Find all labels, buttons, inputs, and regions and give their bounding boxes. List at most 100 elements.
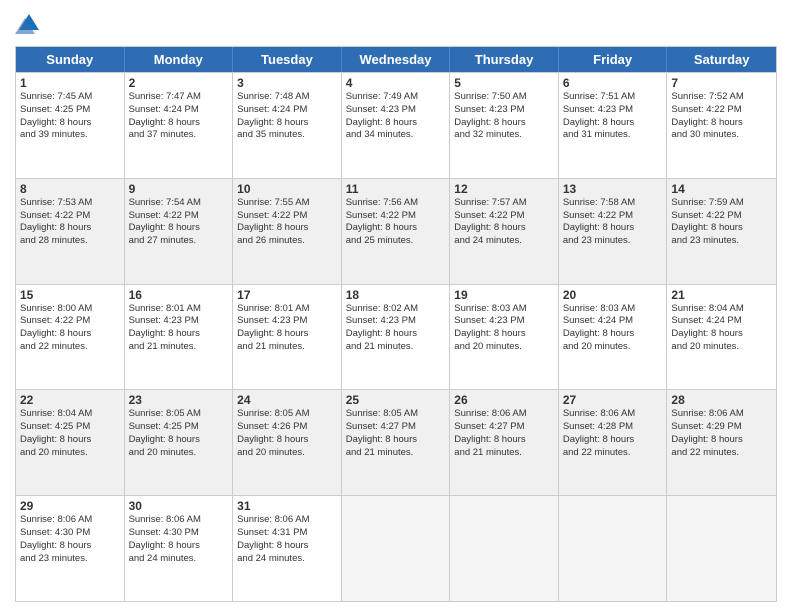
cell-text: Sunrise: 7:59 AM <box>671 197 772 210</box>
calendar-row-0: 1Sunrise: 7:45 AMSunset: 4:25 PMDaylight… <box>16 72 776 178</box>
cell-text: and 22 minutes. <box>20 341 120 354</box>
day-number: 21 <box>671 288 772 302</box>
cell-text: and 21 minutes. <box>346 447 446 460</box>
cell-text: Sunrise: 7:47 AM <box>129 91 229 104</box>
logo-icon <box>15 10 43 38</box>
day-number: 16 <box>129 288 229 302</box>
cell-text: Sunset: 4:22 PM <box>20 315 120 328</box>
calendar-cell-3-1: 23Sunrise: 8:05 AMSunset: 4:25 PMDayligh… <box>125 390 234 495</box>
calendar-cell-3-2: 24Sunrise: 8:05 AMSunset: 4:26 PMDayligh… <box>233 390 342 495</box>
day-number: 23 <box>129 393 229 407</box>
day-number: 2 <box>129 76 229 90</box>
cell-text: Sunset: 4:24 PM <box>237 104 337 117</box>
cell-text: Sunrise: 7:54 AM <box>129 197 229 210</box>
day-number: 27 <box>563 393 663 407</box>
cell-text: Sunrise: 7:48 AM <box>237 91 337 104</box>
cell-text: Sunset: 4:30 PM <box>20 527 120 540</box>
cell-text: Sunrise: 8:01 AM <box>129 303 229 316</box>
calendar-cell-4-0: 29Sunrise: 8:06 AMSunset: 4:30 PMDayligh… <box>16 496 125 601</box>
calendar-cell-4-2: 31Sunrise: 8:06 AMSunset: 4:31 PMDayligh… <box>233 496 342 601</box>
cell-text: Sunrise: 8:01 AM <box>237 303 337 316</box>
cell-text: Sunrise: 8:05 AM <box>237 408 337 421</box>
cell-text: and 30 minutes. <box>671 129 772 142</box>
cell-text: Daylight: 8 hours <box>346 434 446 447</box>
calendar-cell-4-4 <box>450 496 559 601</box>
cell-text: Daylight: 8 hours <box>129 328 229 341</box>
cell-text: Sunset: 4:25 PM <box>129 421 229 434</box>
day-number: 30 <box>129 499 229 513</box>
calendar-cell-1-2: 10Sunrise: 7:55 AMSunset: 4:22 PMDayligh… <box>233 179 342 284</box>
day-header-friday: Friday <box>559 47 668 72</box>
cell-text: Sunrise: 8:03 AM <box>563 303 663 316</box>
day-number: 6 <box>563 76 663 90</box>
cell-text: Sunrise: 8:05 AM <box>129 408 229 421</box>
cell-text: Sunset: 4:24 PM <box>563 315 663 328</box>
cell-text: and 20 minutes. <box>237 447 337 460</box>
cell-text: Sunset: 4:30 PM <box>129 527 229 540</box>
cell-text: Daylight: 8 hours <box>237 222 337 235</box>
cell-text: Sunrise: 8:06 AM <box>237 514 337 527</box>
day-header-monday: Monday <box>125 47 234 72</box>
cell-text: and 20 minutes. <box>671 341 772 354</box>
cell-text: and 20 minutes. <box>454 341 554 354</box>
cell-text: Sunrise: 7:49 AM <box>346 91 446 104</box>
cell-text: Sunrise: 8:04 AM <box>671 303 772 316</box>
cell-text: Sunrise: 7:58 AM <box>563 197 663 210</box>
day-number: 15 <box>20 288 120 302</box>
cell-text: and 25 minutes. <box>346 235 446 248</box>
cell-text: Daylight: 8 hours <box>20 540 120 553</box>
page: SundayMondayTuesdayWednesdayThursdayFrid… <box>0 0 792 612</box>
cell-text: Daylight: 8 hours <box>671 117 772 130</box>
cell-text: Sunset: 4:26 PM <box>237 421 337 434</box>
day-number: 9 <box>129 182 229 196</box>
cell-text: Daylight: 8 hours <box>129 222 229 235</box>
cell-text: and 24 minutes. <box>454 235 554 248</box>
cell-text: Sunrise: 8:03 AM <box>454 303 554 316</box>
day-number: 19 <box>454 288 554 302</box>
cell-text: Sunset: 4:23 PM <box>454 104 554 117</box>
cell-text: Daylight: 8 hours <box>20 328 120 341</box>
cell-text: Sunrise: 8:02 AM <box>346 303 446 316</box>
cell-text: and 35 minutes. <box>237 129 337 142</box>
day-number: 4 <box>346 76 446 90</box>
cell-text: Sunrise: 8:00 AM <box>20 303 120 316</box>
cell-text: Daylight: 8 hours <box>671 328 772 341</box>
calendar-cell-1-6: 14Sunrise: 7:59 AMSunset: 4:22 PMDayligh… <box>667 179 776 284</box>
calendar-row-3: 22Sunrise: 8:04 AMSunset: 4:25 PMDayligh… <box>16 389 776 495</box>
day-header-tuesday: Tuesday <box>233 47 342 72</box>
cell-text: and 23 minutes. <box>563 235 663 248</box>
day-number: 14 <box>671 182 772 196</box>
day-number: 20 <box>563 288 663 302</box>
calendar-cell-0-5: 6Sunrise: 7:51 AMSunset: 4:23 PMDaylight… <box>559 73 668 178</box>
day-header-thursday: Thursday <box>450 47 559 72</box>
cell-text: and 22 minutes. <box>671 447 772 460</box>
cell-text: Sunset: 4:23 PM <box>237 315 337 328</box>
calendar-cell-1-5: 13Sunrise: 7:58 AMSunset: 4:22 PMDayligh… <box>559 179 668 284</box>
calendar-cell-3-3: 25Sunrise: 8:05 AMSunset: 4:27 PMDayligh… <box>342 390 451 495</box>
cell-text: Daylight: 8 hours <box>237 328 337 341</box>
cell-text: Daylight: 8 hours <box>237 540 337 553</box>
calendar-cell-4-5 <box>559 496 668 601</box>
day-number: 1 <box>20 76 120 90</box>
cell-text: and 24 minutes. <box>237 553 337 566</box>
cell-text: and 21 minutes. <box>237 341 337 354</box>
day-number: 13 <box>563 182 663 196</box>
day-number: 28 <box>671 393 772 407</box>
cell-text: and 23 minutes. <box>671 235 772 248</box>
day-number: 18 <box>346 288 446 302</box>
calendar-cell-0-4: 5Sunrise: 7:50 AMSunset: 4:23 PMDaylight… <box>450 73 559 178</box>
cell-text: Sunrise: 8:06 AM <box>563 408 663 421</box>
cell-text: Sunrise: 7:45 AM <box>20 91 120 104</box>
cell-text: Daylight: 8 hours <box>563 434 663 447</box>
cell-text: Daylight: 8 hours <box>454 222 554 235</box>
cell-text: and 20 minutes. <box>563 341 663 354</box>
cell-text: Sunset: 4:22 PM <box>129 210 229 223</box>
calendar-cell-1-3: 11Sunrise: 7:56 AMSunset: 4:22 PMDayligh… <box>342 179 451 284</box>
calendar-cell-4-3 <box>342 496 451 601</box>
calendar-cell-3-5: 27Sunrise: 8:06 AMSunset: 4:28 PMDayligh… <box>559 390 668 495</box>
cell-text: and 31 minutes. <box>563 129 663 142</box>
cell-text: Sunrise: 7:52 AM <box>671 91 772 104</box>
cell-text: Daylight: 8 hours <box>20 222 120 235</box>
cell-text: Sunrise: 7:53 AM <box>20 197 120 210</box>
cell-text: and 26 minutes. <box>237 235 337 248</box>
